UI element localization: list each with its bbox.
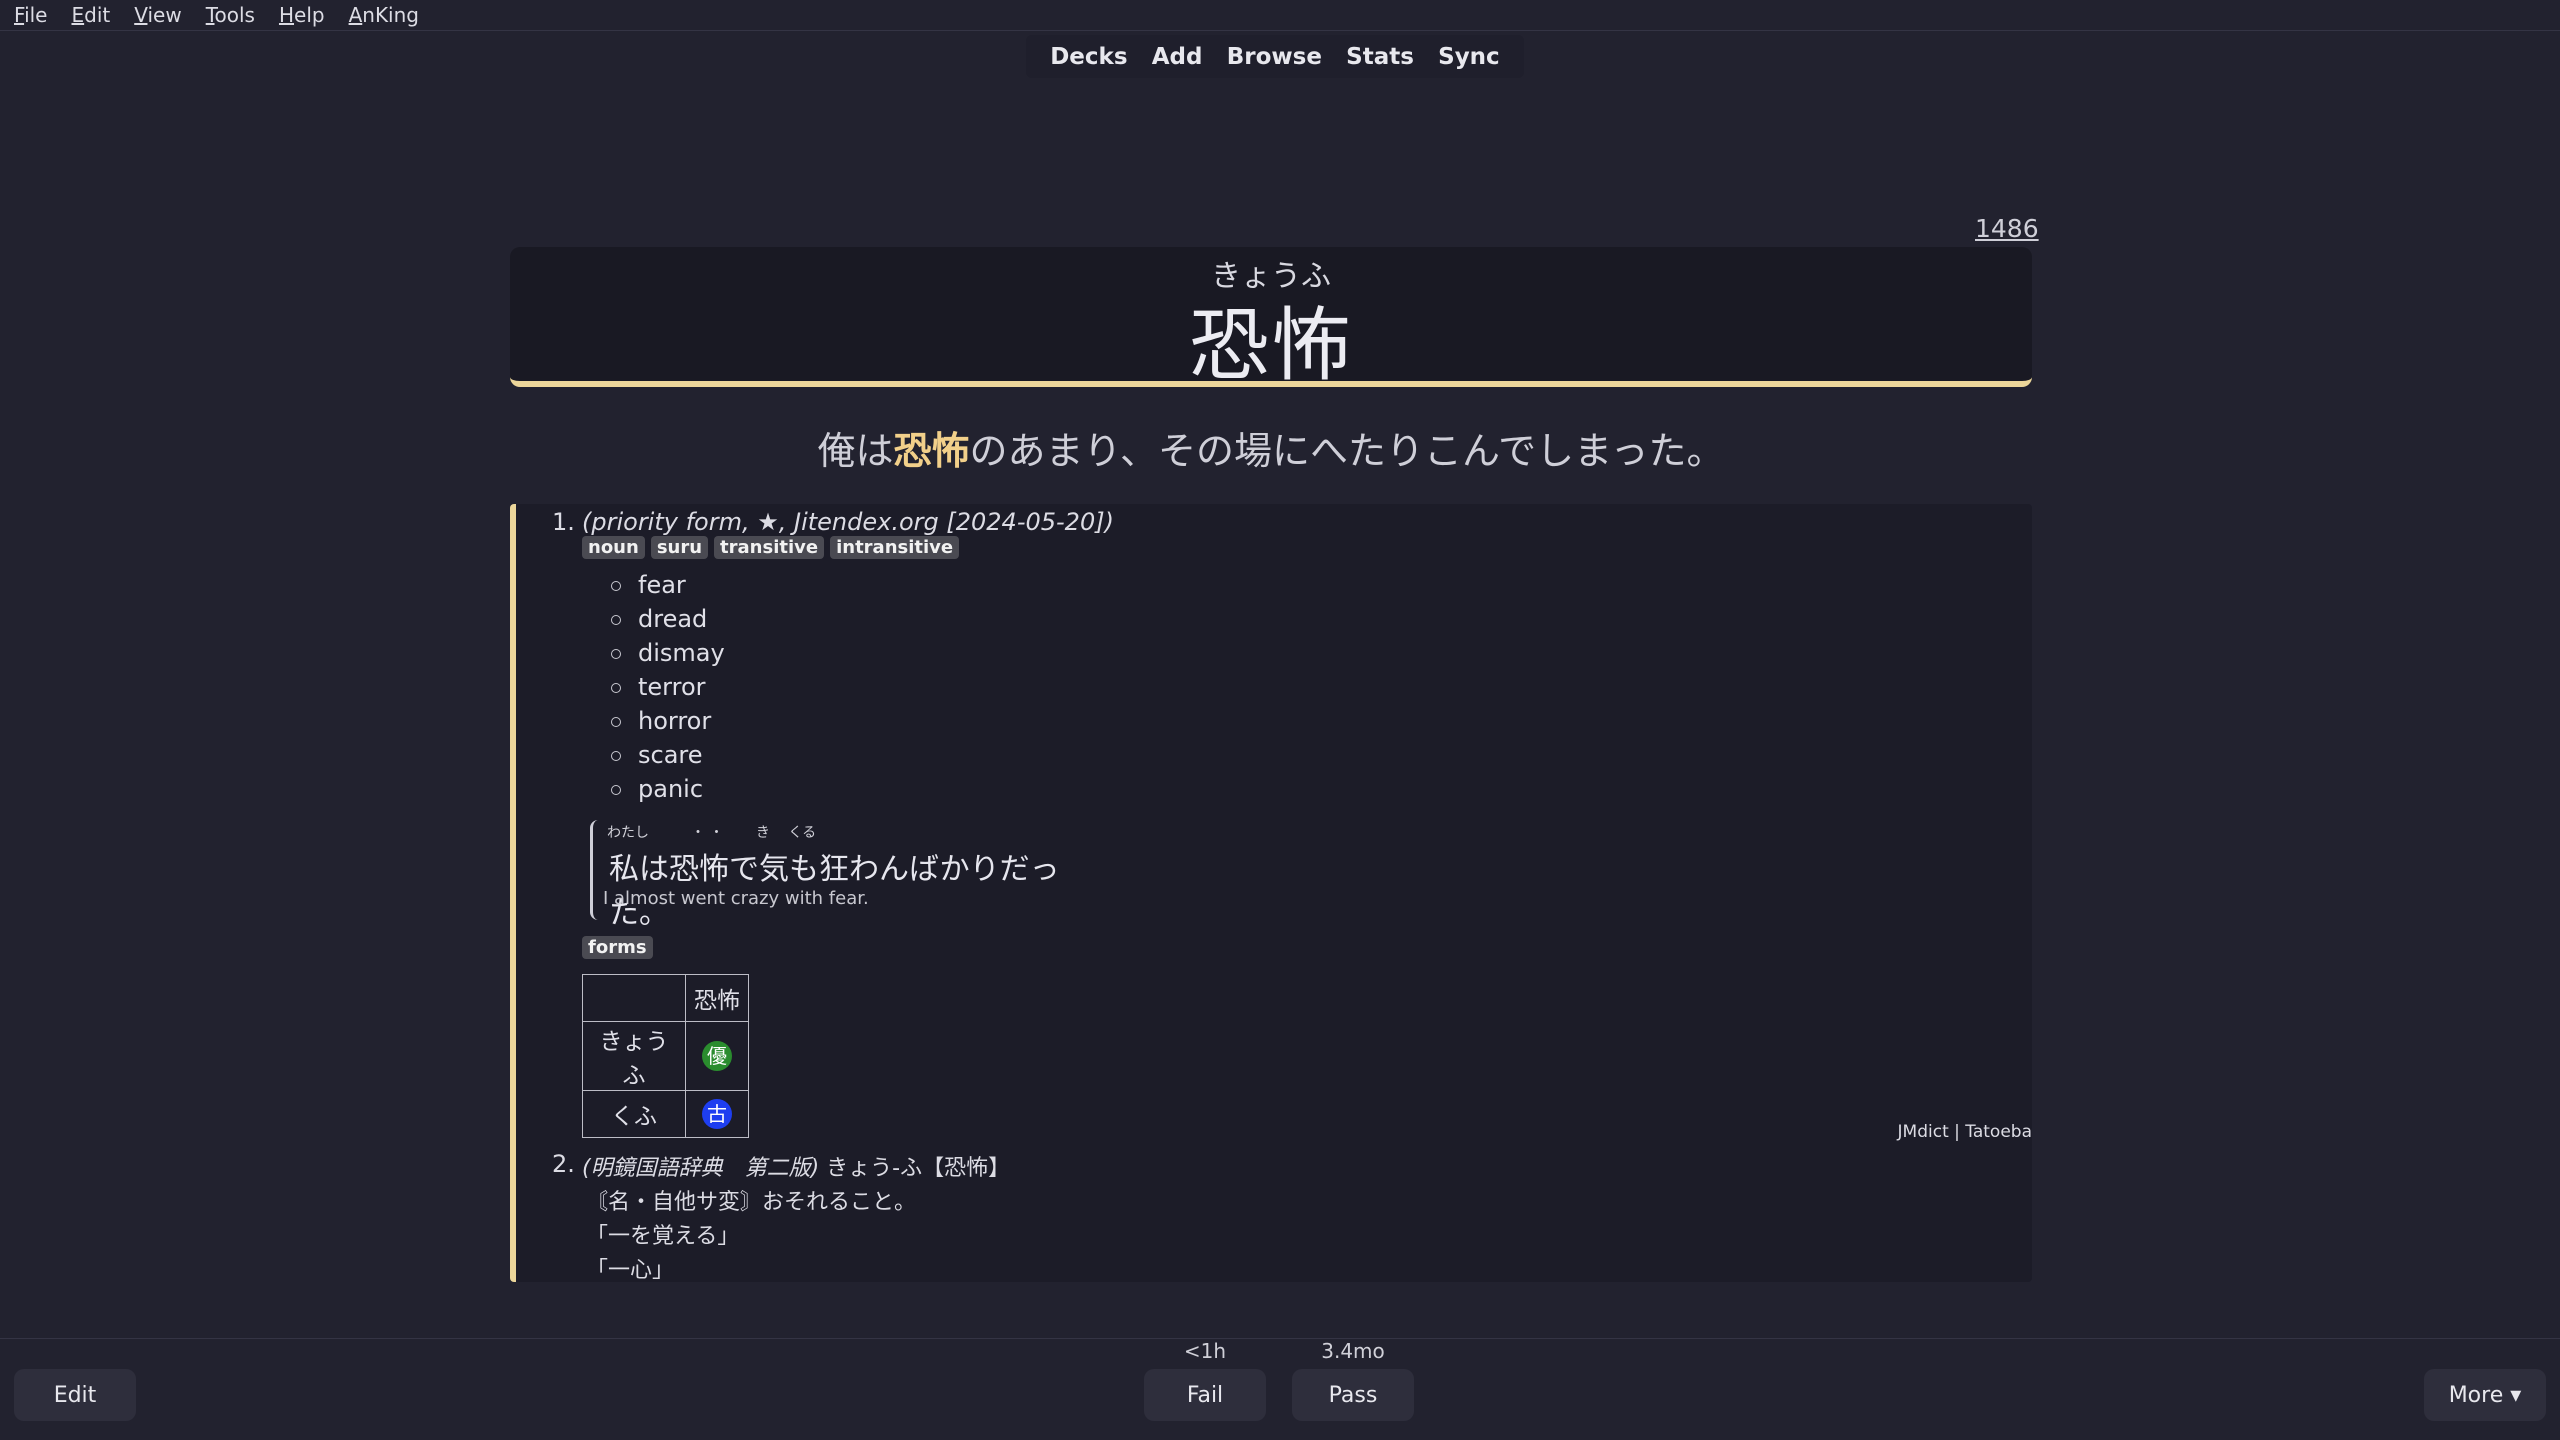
priority-badge: 優 xyxy=(702,1041,732,1071)
forms-header-cell: 恐怖 xyxy=(685,974,749,1022)
gloss-item: fear xyxy=(606,568,725,602)
gloss-item: dismay xyxy=(606,636,725,670)
more-button[interactable]: More ▾ xyxy=(2424,1369,2546,1421)
toolbar-add[interactable]: Add xyxy=(1152,44,1203,70)
definition-2-source-line: (明鏡国語辞典 第二版) きょう-ふ【恐怖】 xyxy=(582,1150,1010,1182)
tag-noun: noun xyxy=(582,536,645,559)
toolbar-decks[interactable]: Decks xyxy=(1050,44,1127,70)
forms-label: forms xyxy=(582,936,653,959)
sentence-highlight: 恐怖 xyxy=(893,429,970,473)
toolbar-sync[interactable]: Sync xyxy=(1438,44,1500,70)
tag-suru: suru xyxy=(650,536,709,559)
gloss-item: panic xyxy=(606,772,725,806)
part-of-speech-tags: noun suru transitive intransitive xyxy=(582,536,960,559)
definitions-panel: 1. (priority form, ★, Jitendex.org [2024… xyxy=(510,504,2032,1283)
pass-interval: 3.4mo xyxy=(1321,1339,1385,1363)
definition-2-headword: きょう-ふ【恐怖】 xyxy=(826,1156,1011,1181)
table-row: くふ 古 xyxy=(582,1090,749,1138)
word-kanji: 恐怖 xyxy=(1189,299,1353,392)
tag-intransitive: intransitive xyxy=(830,536,960,559)
example-english: I almost went crazy with fear. xyxy=(603,888,869,909)
fail-interval: <1h xyxy=(1183,1339,1227,1363)
gloss-list: fear dread dismay terror horror scare pa… xyxy=(606,568,725,806)
forms-badge-cell: 優 xyxy=(685,1021,749,1091)
edit-button[interactable]: Edit xyxy=(14,1369,136,1421)
gloss-item: scare xyxy=(606,738,725,772)
main-toolbar: Decks Add Browse Stats Sync xyxy=(1026,35,1524,78)
card-number-link[interactable]: 1486 xyxy=(1975,214,2039,243)
menu-view[interactable]: View xyxy=(134,3,181,27)
gloss-item: horror xyxy=(606,704,725,738)
gloss-item: dread xyxy=(606,602,725,636)
attribution: JMdict | Tatoeba xyxy=(1897,1122,2032,1142)
example-furigana: わたし ・ ・ き くる xyxy=(607,825,817,841)
definition-2-example: 「一を覚える」 xyxy=(586,1224,740,1249)
fail-button[interactable]: Fail xyxy=(1144,1369,1266,1421)
sentence-before: 俺は xyxy=(817,429,894,473)
pass-button[interactable]: Pass xyxy=(1292,1369,1414,1421)
example-block: わたし ・ ・ き くる 私は恐怖で気も狂わんばかりだった。 I almost … xyxy=(590,820,1113,931)
forms-badge-cell: 古 xyxy=(685,1090,749,1138)
menu-edit[interactable]: Edit xyxy=(71,3,110,27)
menu-help[interactable]: Help xyxy=(279,3,325,27)
word-header: きょうふ 恐怖 xyxy=(510,247,2032,392)
definition-2-source: (明鏡国語辞典 第二版) xyxy=(582,1156,820,1181)
toolbar-stats[interactable]: Stats xyxy=(1346,44,1414,70)
menu-tools[interactable]: Tools xyxy=(206,3,255,27)
archaic-badge: 古 xyxy=(702,1099,732,1129)
gloss-item: terror xyxy=(606,670,725,704)
tag-transitive: transitive xyxy=(714,536,825,559)
definition-1-source: (priority form, ★, Jitendex.org [2024-05… xyxy=(582,508,1114,536)
definition-2-number: 2. xyxy=(552,1150,575,1178)
answer-bar: Edit <1h Fail 3.4mo Pass More ▾ xyxy=(0,1338,2560,1440)
forms-table: 恐怖 きょうふ 優 くふ 古 xyxy=(582,974,749,1138)
menu-bar: File Edit View Tools Help AnKing xyxy=(0,0,2560,31)
table-row: きょうふ 優 xyxy=(582,1021,749,1091)
sentence-after: のあまり、その場にへたりこんでしまった。 xyxy=(969,429,1725,473)
table-row: 恐怖 xyxy=(582,974,749,1022)
definition-2-line: 〘名・自他サ変〙おそれること。 xyxy=(586,1190,917,1215)
example-sentence: 俺は恐怖のあまり、その場にへたりこんでしまった。 xyxy=(510,420,2032,475)
forms-reading-cell: きょうふ xyxy=(582,1021,686,1091)
forms-reading-cell: くふ xyxy=(582,1090,686,1138)
toolbar-browse[interactable]: Browse xyxy=(1227,44,1322,70)
menu-file[interactable]: File xyxy=(14,3,47,27)
table-cell-empty xyxy=(582,974,686,1022)
definition-1-number: 1. xyxy=(552,508,575,536)
menu-anking[interactable]: AnKing xyxy=(349,3,419,27)
definition-2-example: 「一心」 xyxy=(586,1258,675,1283)
